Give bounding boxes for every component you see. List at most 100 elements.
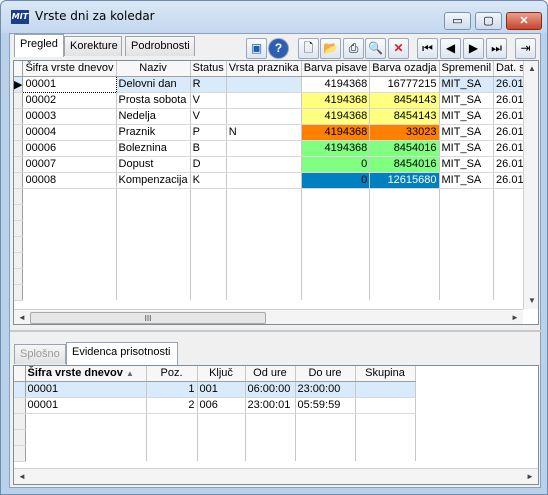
tab-evidenca-prisotnosti[interactable]: Evidenca prisotnosti bbox=[66, 342, 178, 365]
table-cell[interactable]: MIT_SA bbox=[439, 156, 495, 173]
row-indicator[interactable] bbox=[14, 381, 26, 398]
tab-korekture[interactable]: Korekture bbox=[64, 36, 122, 56]
table-cell[interactable]: Dopust bbox=[116, 156, 191, 173]
current-row-pointer-icon[interactable]: ▶ bbox=[14, 76, 24, 93]
next-record-icon[interactable]: ▶ bbox=[463, 38, 484, 59]
display-icon[interactable]: ▣ bbox=[246, 38, 267, 59]
table-cell[interactable]: 8454016 bbox=[369, 140, 440, 157]
row-indicator[interactable] bbox=[14, 172, 24, 189]
table-row[interactable]: ▶ 00001 Delovni dan R 4194368 16777215 MIT_SA 2… bbox=[14, 75, 538, 93]
table-row[interactable]: 00003 Nedelja V 4194368 8454143 MIT_SA 26.01.2… bbox=[14, 108, 538, 125]
table-cell[interactable]: 06:00:00 bbox=[245, 381, 296, 398]
detail-grid[interactable]: Šifra vrste dnevov ▲ Poz. Ključ Od ure D… bbox=[13, 365, 539, 485]
table-cell[interactable]: 1 bbox=[146, 381, 198, 398]
first-record-icon[interactable]: ⏮ bbox=[417, 38, 438, 59]
column-header[interactable]: Šifra vrste dnevov ▲ bbox=[25, 366, 147, 382]
table-cell[interactable]: 00004 bbox=[22, 124, 117, 141]
table-row[interactable]: 00007 Dopust D 0 8454016 MIT_SA 26.01.20 bbox=[14, 156, 538, 173]
table-cell[interactable]: P bbox=[190, 124, 227, 141]
column-header[interactable]: Ključ bbox=[197, 366, 246, 382]
scroll-right-icon[interactable]: ► bbox=[522, 469, 538, 484]
row-indicator[interactable] bbox=[14, 124, 24, 141]
table-cell[interactable]: 4194368 bbox=[301, 92, 371, 109]
table-cell[interactable]: 8454016 bbox=[369, 156, 440, 173]
table-row[interactable]: 00001 1 001 06:00:00 23:00:00 bbox=[14, 381, 416, 398]
maximize-button[interactable]: ▢ bbox=[475, 12, 502, 30]
column-header[interactable]: Vrsta praznika bbox=[226, 61, 302, 77]
table-cell[interactable]: K bbox=[190, 172, 227, 189]
table-cell[interactable] bbox=[226, 76, 302, 93]
table-cell[interactable]: Delovni dan bbox=[116, 76, 191, 93]
print-icon[interactable]: ⎙ bbox=[343, 38, 364, 59]
table-cell[interactable]: V bbox=[190, 108, 227, 125]
table-cell[interactable]: 4194368 bbox=[301, 108, 371, 125]
table-row[interactable]: 00008 Kompenzacija K 0 12615680 MIT_SA 26.01.2… bbox=[14, 172, 538, 189]
table-cell[interactable]: 4194368 bbox=[301, 76, 371, 93]
help-icon[interactable]: ? bbox=[268, 38, 289, 59]
row-indicator[interactable] bbox=[14, 397, 26, 414]
table-cell[interactable]: MIT_SA bbox=[439, 92, 495, 109]
scroll-up-icon[interactable]: ▲ bbox=[524, 61, 538, 77]
open-folder-icon[interactable]: 📂 bbox=[320, 38, 341, 59]
table-cell[interactable]: Prosta sobota bbox=[116, 92, 191, 109]
column-header[interactable]: Šifra vrste dnevov bbox=[22, 61, 117, 77]
table-cell[interactable]: 0 bbox=[301, 156, 371, 173]
table-cell[interactable]: MIT_SA bbox=[439, 124, 495, 141]
table-cell[interactable]: MIT_SA bbox=[439, 140, 495, 157]
table-cell[interactable]: 8454143 bbox=[369, 108, 440, 125]
table-cell[interactable]: 2 bbox=[146, 397, 198, 414]
table-row[interactable]: 00006 Boleznina B 4194368 8454016 MIT_SA 26.01… bbox=[14, 140, 538, 157]
column-header[interactable]: Spremenil bbox=[439, 61, 495, 77]
close-button[interactable]: ✕ bbox=[506, 12, 542, 30]
delete-icon[interactable]: ✕ bbox=[388, 38, 409, 59]
exit-icon[interactable]: ⇥ bbox=[515, 38, 536, 59]
table-cell[interactable]: MIT_SA bbox=[439, 108, 495, 125]
table-cell[interactable]: N bbox=[226, 124, 302, 141]
vertical-scrollbar[interactable]: ▲ ▼ bbox=[523, 61, 538, 309]
column-header[interactable]: Status bbox=[190, 61, 227, 77]
table-cell[interactable] bbox=[226, 172, 302, 189]
table-cell[interactable]: 16777215 bbox=[369, 76, 440, 93]
table-cell[interactable]: 00007 bbox=[22, 156, 117, 173]
title-bar[interactable]: MIT Vrste dni za koledar ▭ ▢ ✕ bbox=[1, 1, 547, 33]
row-indicator[interactable] bbox=[14, 140, 24, 157]
last-record-icon[interactable]: ⏭ bbox=[486, 38, 507, 59]
table-cell[interactable]: Praznik bbox=[116, 124, 191, 141]
table-cell[interactable]: MIT_SA bbox=[439, 76, 495, 93]
table-cell[interactable]: MIT_SA bbox=[439, 172, 495, 189]
scroll-down-icon[interactable]: ▼ bbox=[524, 293, 538, 309]
tab-splosno[interactable]: Splošno bbox=[14, 344, 66, 364]
table-cell[interactable]: 23:00:00 bbox=[295, 381, 356, 398]
tab-podrobnosti[interactable]: Podrobnosti bbox=[125, 36, 195, 56]
column-header[interactable]: Skupina bbox=[355, 366, 416, 382]
table-cell[interactable]: Boleznina bbox=[116, 140, 191, 157]
prev-record-icon[interactable]: ◀ bbox=[440, 38, 461, 59]
column-header[interactable]: Barva ozadja bbox=[369, 61, 440, 77]
table-cell[interactable]: 006 bbox=[197, 397, 246, 414]
find-icon[interactable]: 🔍 bbox=[365, 38, 386, 59]
table-cell[interactable]: B bbox=[190, 140, 227, 157]
table-cell[interactable]: 001 bbox=[197, 381, 246, 398]
table-cell[interactable]: 00006 bbox=[22, 140, 117, 157]
horizontal-scrollbar[interactable]: ◄ III ► bbox=[14, 309, 523, 324]
table-cell[interactable]: V bbox=[190, 92, 227, 109]
row-indicator[interactable] bbox=[14, 156, 24, 173]
minimize-button[interactable]: ▭ bbox=[444, 12, 471, 30]
table-cell[interactable]: 8454143 bbox=[369, 92, 440, 109]
table-cell[interactable]: Kompenzacija bbox=[116, 172, 191, 189]
table-cell[interactable]: 00002 bbox=[22, 92, 117, 109]
table-cell[interactable] bbox=[355, 397, 416, 414]
table-cell[interactable]: Nedelja bbox=[116, 108, 191, 125]
table-cell[interactable]: 00001 bbox=[25, 397, 147, 414]
table-row[interactable]: 00004 Praznik P N 4194368 33023 MIT_SA 26.01.20 bbox=[14, 124, 538, 141]
table-row[interactable]: 00001 2 006 23:00:01 05:59:59 bbox=[14, 397, 416, 414]
scroll-thumb[interactable]: III bbox=[30, 312, 266, 324]
table-cell[interactable]: D bbox=[190, 156, 227, 173]
scroll-right-icon[interactable]: ► bbox=[507, 310, 523, 324]
table-cell[interactable]: 05:59:59 bbox=[295, 397, 356, 414]
column-header[interactable]: Do ure bbox=[295, 366, 356, 382]
table-cell[interactable]: 00001 bbox=[25, 381, 147, 398]
table-cell[interactable]: 00008 bbox=[22, 172, 117, 189]
new-document-icon[interactable]: 🗋 bbox=[298, 38, 319, 59]
tab-pregled[interactable]: Pregled bbox=[14, 34, 64, 57]
